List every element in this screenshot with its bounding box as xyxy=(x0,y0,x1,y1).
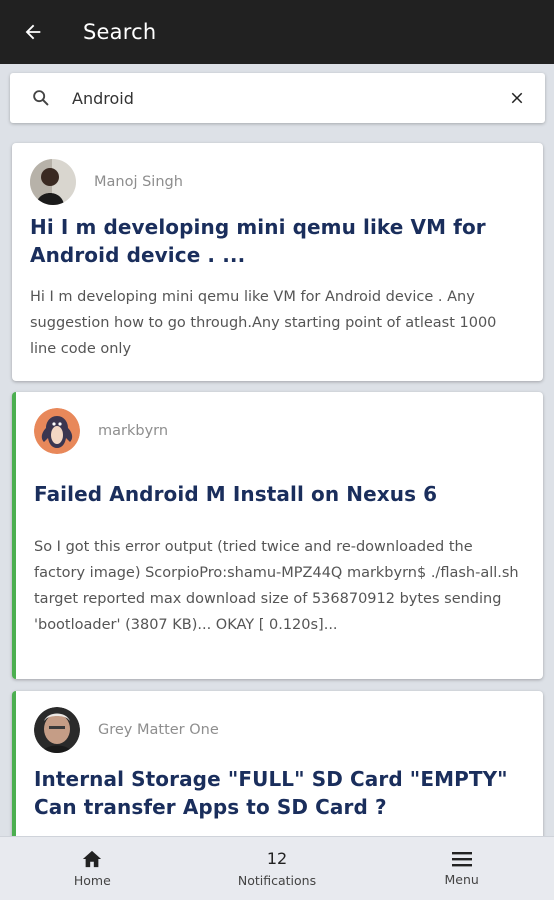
close-icon xyxy=(511,92,523,104)
page-title: Search xyxy=(83,20,157,44)
notifications-count: 12 xyxy=(266,849,288,868)
post-title[interactable]: Failed Android M Install on Nexus 6 xyxy=(34,480,525,508)
search-bar xyxy=(10,73,545,123)
nav-notifications-label: Notifications xyxy=(237,873,317,888)
nav-menu[interactable]: Menu xyxy=(369,837,554,900)
post-card[interactable]: markbyrn Failed Android M Install on Nex… xyxy=(12,392,543,679)
avatar xyxy=(30,159,76,205)
post-author: Grey Matter One xyxy=(98,722,219,738)
nav-notifications[interactable]: 12 Notifications xyxy=(185,837,370,900)
search-results-list: Manoj Singh Hi I m developing mini qemu … xyxy=(0,140,554,836)
search-icon xyxy=(10,87,72,109)
arrow-left-icon xyxy=(25,24,41,40)
search-input[interactable] xyxy=(72,88,489,108)
post-card[interactable]: Manoj Singh Hi I m developing mini qemu … xyxy=(12,143,543,381)
post-snippet: So I got this error output (tried twice … xyxy=(34,539,519,633)
clear-search-button[interactable] xyxy=(489,89,545,107)
home-icon xyxy=(83,850,102,868)
post-card[interactable]: Grey Matter One Internal Storage "FULL" … xyxy=(12,691,543,836)
avatar xyxy=(34,408,80,454)
nav-home-label: Home xyxy=(73,873,111,888)
bottom-navigation: Home 12 Notifications Menu xyxy=(0,836,554,900)
nav-menu-label: Menu xyxy=(444,872,479,887)
post-author: markbyrn xyxy=(98,423,169,439)
hamburger-menu-icon xyxy=(451,852,472,867)
avatar xyxy=(34,707,80,753)
post-title[interactable]: Internal Storage "FULL" SD Card "EMPTY" … xyxy=(34,765,525,821)
post-snippet: Hi I m developing mini qemu like VM for … xyxy=(30,289,497,357)
back-button[interactable] xyxy=(0,0,66,64)
nav-home[interactable]: Home xyxy=(0,837,185,900)
app-bar: Search xyxy=(0,0,554,64)
post-title[interactable]: Hi I m developing mini qemu like VM for … xyxy=(30,213,525,269)
post-author: Manoj Singh xyxy=(94,174,183,190)
